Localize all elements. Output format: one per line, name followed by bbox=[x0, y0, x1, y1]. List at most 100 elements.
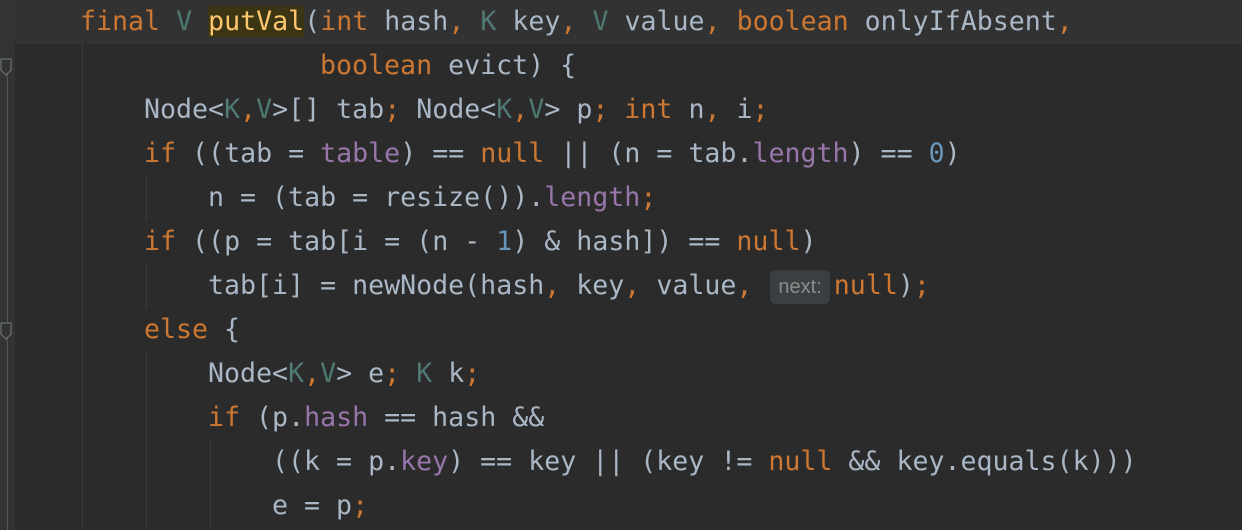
code-token: == hash && bbox=[368, 402, 545, 433]
keyword-token: else bbox=[144, 314, 209, 345]
code-token: tab[i] = newNode(hash bbox=[208, 270, 545, 301]
keyword-token: ; bbox=[640, 182, 657, 213]
code-token: hash bbox=[368, 6, 449, 37]
code-token: ) bbox=[897, 270, 914, 301]
type-param-token: V bbox=[320, 358, 337, 389]
keyword-token: ; bbox=[752, 94, 769, 125]
keyword-token: if bbox=[144, 138, 177, 169]
code-token: e = p bbox=[272, 490, 353, 521]
code-token: ) == bbox=[848, 138, 929, 169]
fold-marker-icon[interactable] bbox=[0, 58, 13, 76]
code-line[interactable]: boolean evict) { bbox=[320, 44, 576, 88]
code-token: { bbox=[208, 314, 241, 345]
keyword-token: , bbox=[448, 6, 465, 37]
code-line[interactable]: final V putVal(int hash, K key, V value,… bbox=[80, 0, 1073, 44]
keyword-token: null bbox=[736, 226, 801, 257]
code-token: Node< bbox=[400, 94, 497, 125]
type-param-token: K bbox=[288, 358, 305, 389]
code-editor[interactable]: final V putVal( int hash, K key, V value,… bbox=[0, 0, 1242, 530]
keyword-token: null bbox=[768, 446, 833, 477]
keyword-token: , bbox=[560, 6, 577, 37]
type-param-token: K bbox=[480, 6, 497, 37]
code-token: && key.equals(k))) bbox=[832, 446, 1137, 477]
keyword-token: , bbox=[624, 270, 641, 301]
code-token: ( bbox=[304, 6, 321, 37]
code-token: Node< bbox=[208, 358, 289, 389]
keyword-token: null bbox=[480, 138, 545, 169]
code-line[interactable]: e = p; bbox=[272, 484, 368, 528]
type-param-token: V bbox=[256, 94, 273, 125]
code-token: >[] tab bbox=[272, 94, 385, 125]
code-line[interactable]: if (p.hash == hash && bbox=[208, 396, 544, 440]
code-token: onlyIfAbsent bbox=[848, 6, 1057, 37]
code-token: key bbox=[560, 270, 625, 301]
code-token: ((tab = bbox=[176, 138, 321, 169]
parameter-hint: next: bbox=[770, 269, 830, 304]
code-token: key bbox=[496, 6, 561, 37]
type-param-token: V bbox=[528, 94, 545, 125]
code-token: > p bbox=[544, 94, 593, 125]
keyword-token: , bbox=[544, 270, 561, 301]
code-token: i bbox=[720, 94, 753, 125]
indent-guide bbox=[146, 176, 147, 220]
type-param-token: K bbox=[416, 358, 433, 389]
method-name-token: putVal bbox=[208, 6, 305, 37]
field-token: table bbox=[320, 138, 401, 169]
number-token: 0 bbox=[928, 138, 945, 169]
keyword-token: , bbox=[240, 94, 257, 125]
code-token: ) bbox=[800, 226, 817, 257]
keyword-token: ; bbox=[384, 358, 401, 389]
keyword-token: ; bbox=[464, 358, 481, 389]
type-param-token: K bbox=[496, 94, 513, 125]
keyword-token: ; bbox=[384, 94, 401, 125]
code-line[interactable]: if ((p = tab[i = (n - 1) & hash]) == nul… bbox=[144, 220, 816, 264]
fold-range-line bbox=[7, 59, 8, 530]
code-line[interactable]: if ((tab = table) == null || (n = tab.le… bbox=[144, 132, 961, 176]
keyword-token: int bbox=[624, 94, 673, 125]
indent-guide bbox=[146, 264, 147, 308]
indent-guide bbox=[82, 44, 83, 530]
code-token: value bbox=[608, 6, 705, 37]
code-token: n bbox=[672, 94, 705, 125]
field-token: key bbox=[400, 446, 449, 477]
indent-guide bbox=[146, 352, 147, 530]
code-token: || (n = tab. bbox=[544, 138, 753, 169]
code-token: ((p = tab[i = (n - bbox=[176, 226, 497, 257]
keyword-token: if bbox=[144, 226, 177, 257]
code-line[interactable]: tab[i] = newNode(hash, key, value, next:… bbox=[208, 264, 930, 308]
keyword-token: if bbox=[208, 402, 241, 433]
indent-guide bbox=[210, 440, 211, 530]
keyword-token: ; bbox=[913, 270, 930, 301]
code-token: ((k = p. bbox=[272, 446, 401, 477]
type-param-token: V bbox=[592, 6, 609, 37]
editor-gutter bbox=[0, 0, 15, 530]
code-token: value bbox=[640, 270, 737, 301]
type-param-token: V bbox=[176, 6, 193, 37]
code-token: ) bbox=[944, 138, 961, 169]
fold-marker-icon[interactable] bbox=[0, 322, 13, 340]
code-token: evict) { bbox=[432, 50, 577, 81]
keyword-token: , bbox=[512, 94, 529, 125]
field-token: length bbox=[752, 138, 849, 169]
code-token: ) & hash]) == bbox=[512, 226, 737, 257]
code-token: ) == key || (key != bbox=[448, 446, 769, 477]
code-line[interactable]: ((k = p.key) == key || (key != null && k… bbox=[272, 440, 1137, 484]
code-line[interactable]: Node<K,V> e; K k; bbox=[208, 352, 480, 396]
field-token: hash bbox=[304, 402, 369, 433]
code-line[interactable]: else { bbox=[144, 308, 240, 352]
keyword-token: final bbox=[80, 6, 161, 37]
type-param-token: K bbox=[224, 94, 241, 125]
code-line[interactable]: n = (tab = resize()).length; bbox=[208, 176, 656, 220]
code-token: ) == bbox=[400, 138, 481, 169]
keyword-token: ; bbox=[592, 94, 609, 125]
code-line[interactable]: Node<K,V>[] tab; Node<K,V> p; int n, i; bbox=[144, 88, 769, 132]
code-token: Node< bbox=[144, 94, 225, 125]
